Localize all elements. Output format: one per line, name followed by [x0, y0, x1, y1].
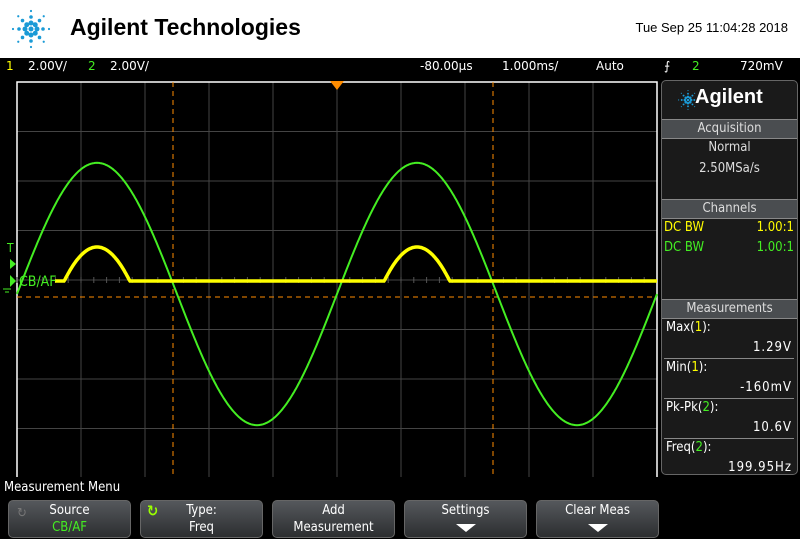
time-offset[interactable]: -80.00µs — [420, 59, 473, 73]
settings-button[interactable]: Settings — [404, 500, 527, 538]
source-button[interactable]: ↻ Source CB/AF — [8, 500, 131, 538]
ground-icon — [3, 288, 11, 293]
ch1-probe: 1.00:1 — [756, 220, 794, 235]
ch2-coupling: DC BW — [664, 240, 705, 255]
waveform-display[interactable]: T CB/AF — [0, 77, 660, 477]
datetime: Tue Sep 25 11:04:28 2018 — [635, 20, 788, 35]
measurement-value: 199.95Hz — [728, 460, 792, 475]
menu-title: Measurement Menu — [4, 480, 121, 495]
agilent-spark-logo-icon — [11, 9, 51, 49]
ch2-scale[interactable]: 2.00V/ — [110, 59, 149, 73]
type-button[interactable]: ↻ Type: Freq — [140, 500, 263, 538]
sample-rate: 2.50MSa/s — [699, 161, 760, 176]
divider — [664, 358, 794, 359]
trigger-mode[interactable]: Auto — [596, 59, 624, 73]
measurement-value: -160mV — [740, 380, 792, 395]
button-label: Clear Meas — [565, 503, 630, 518]
brand-name: Agilent Technologies — [70, 14, 301, 40]
button-label: Type: — [186, 503, 217, 518]
ch2-number[interactable]: 2 — [88, 59, 96, 73]
arrow-down-icon — [587, 524, 608, 532]
ch2-probe: 1.00:1 — [756, 240, 794, 255]
panel-title: Agilent — [695, 86, 763, 108]
measurement-value: 10.6V — [752, 420, 792, 435]
trigger-source[interactable]: 2 — [692, 59, 700, 73]
trigger-position-marker — [330, 81, 344, 90]
header: Agilent Technologies Tue Sep 25 11:04:28… — [0, 0, 800, 58]
clear-meas-button[interactable]: Clear Meas — [536, 500, 659, 538]
measurement-label: Max(1): — [666, 320, 711, 335]
divider — [664, 398, 794, 399]
add-measurement-button[interactable]: Add Measurement — [272, 500, 395, 538]
type-value: Freq — [189, 520, 214, 535]
button-label: Add — [322, 503, 345, 518]
measurement-label: Min(1): — [666, 360, 708, 375]
rising-edge-icon: ⨍ — [664, 59, 671, 73]
divider — [664, 438, 794, 439]
ch2-label: CB/AF — [19, 274, 57, 290]
ch1-coupling: DC BW — [664, 220, 705, 235]
arrow-down-icon — [455, 524, 476, 532]
source-value: CB/AF — [52, 520, 87, 535]
channels-header[interactable]: Channels — [662, 199, 797, 219]
acquisition-mode: Normal — [708, 140, 751, 155]
measurement-label: Pk-Pk(2): — [666, 400, 719, 415]
measurements-header[interactable]: Measurements — [662, 299, 797, 319]
button-label: Measurement — [293, 520, 374, 535]
time-scale[interactable]: 1.000ms/ — [502, 59, 558, 73]
acquisition-header[interactable]: Acquisition — [662, 119, 797, 139]
rotate-knob-icon: ↻ — [17, 506, 27, 521]
measurement-value: 1.29V — [752, 340, 792, 355]
button-label: Source — [49, 503, 90, 518]
trigger-level-marker: T — [6, 241, 14, 255]
ch1-scale[interactable]: 2.00V/ — [28, 59, 67, 73]
rotate-knob-icon: ↻ — [147, 502, 159, 520]
measurement-label: Freq(2): — [666, 440, 712, 455]
ch1-number[interactable]: 1 — [6, 59, 14, 73]
button-label: Settings — [441, 503, 490, 518]
status-bar: 1 2.00V/ 2 2.00V/ -80.00µs 1.000ms/ Auto… — [0, 58, 800, 77]
ch2-ground-marker — [10, 275, 16, 287]
trigger-level[interactable]: 720mV — [740, 59, 783, 73]
trigger-level-arrow — [10, 259, 16, 269]
